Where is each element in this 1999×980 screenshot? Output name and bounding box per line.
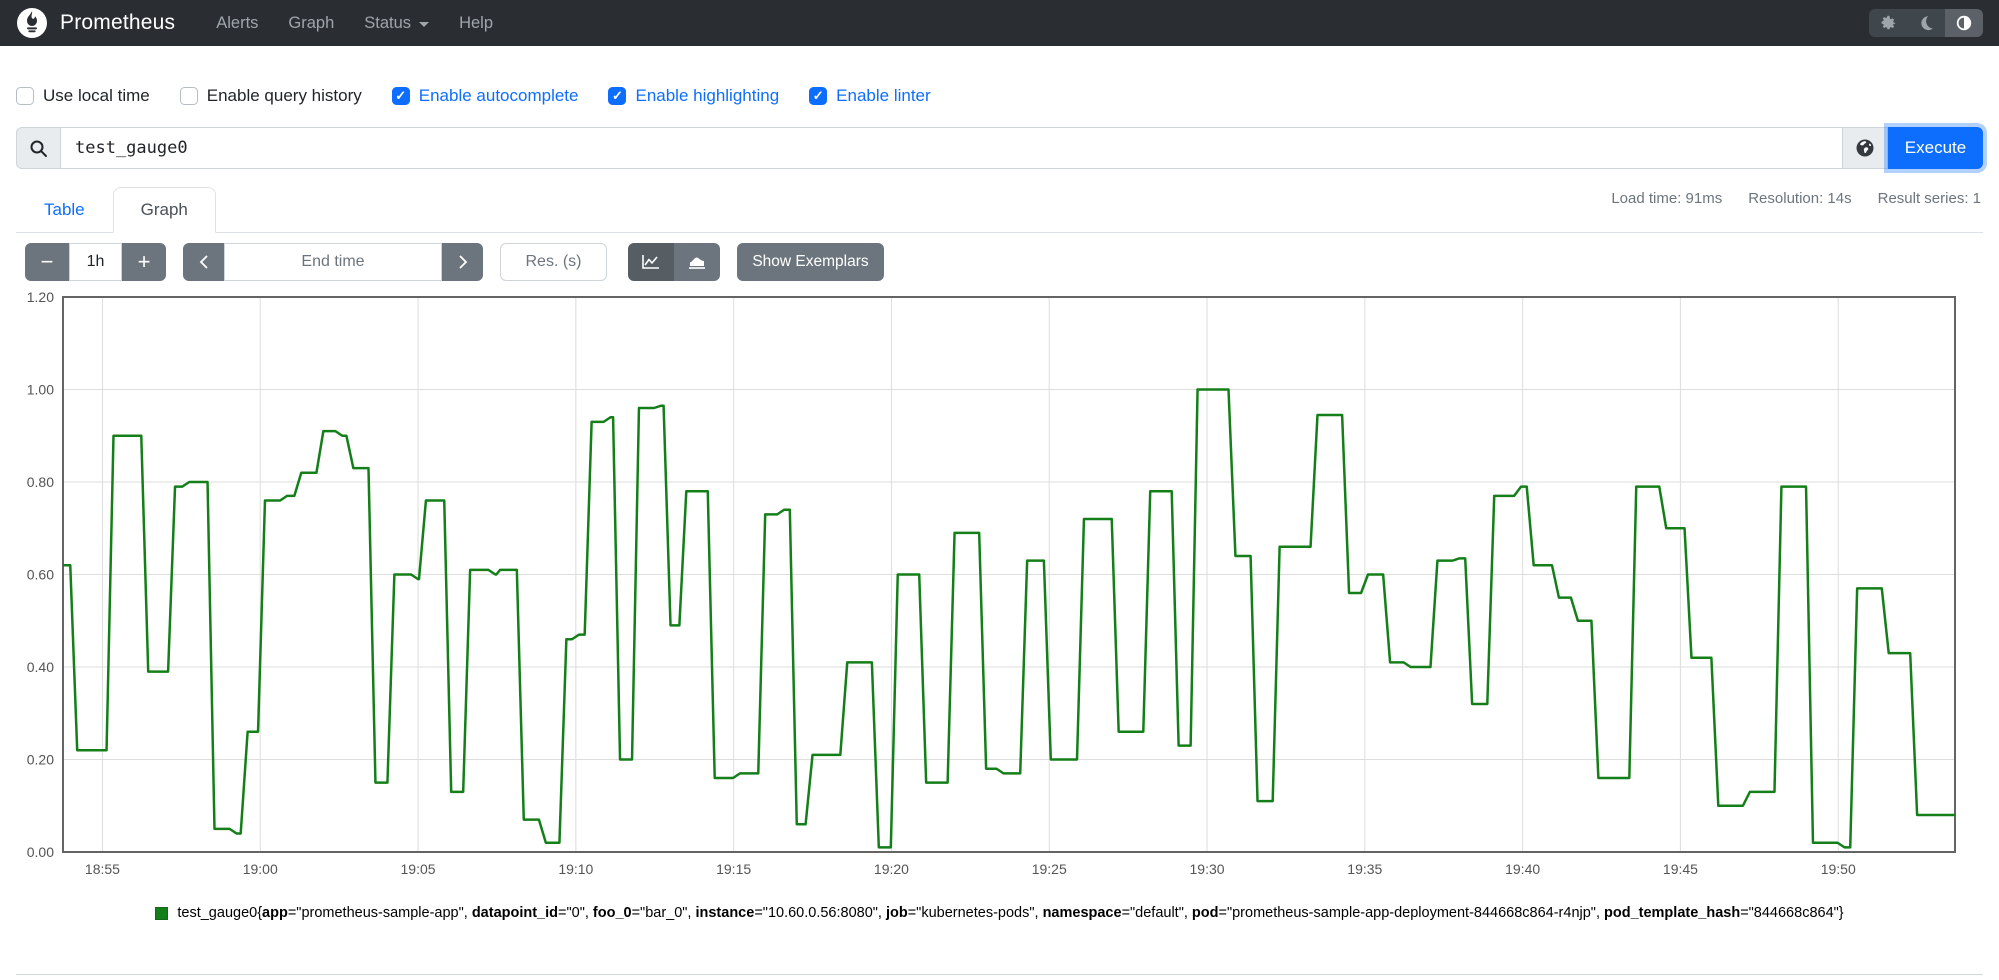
query-options-row: Use local time Enable query history Enab…	[16, 86, 931, 106]
resolution-input[interactable]	[500, 243, 607, 281]
x-tick-label: 19:50	[1821, 861, 1856, 877]
chart-mode-group	[628, 243, 720, 281]
x-tick-label: 19:00	[243, 861, 278, 877]
series-line	[63, 388, 1955, 849]
endtime-group	[183, 243, 483, 281]
settings-button[interactable]	[1869, 9, 1907, 37]
moon-icon	[1921, 16, 1933, 31]
nav-item-graph[interactable]: Graph	[273, 14, 349, 33]
y-tick-label: 0.20	[27, 752, 54, 768]
checkbox-box	[809, 87, 828, 105]
checkbox-highlighting[interactable]: Enable highlighting	[608, 86, 779, 106]
range-decrease-button[interactable]: −	[25, 243, 69, 281]
result-series-stat: Result series: 1	[1877, 190, 1981, 207]
range-increase-button[interactable]: +	[122, 243, 166, 281]
checkbox-box	[16, 87, 34, 105]
prometheus-brand[interactable]: Prometheus	[16, 7, 175, 39]
dark-theme-button[interactable]	[1907, 9, 1945, 37]
x-tick-label: 19:10	[558, 861, 593, 877]
y-tick-label: 0.40	[27, 659, 54, 675]
nav-item-help[interactable]: Help	[444, 14, 508, 33]
x-tick-label: 19:15	[716, 861, 751, 877]
top-navbar: Prometheus Alerts Graph Status Help	[0, 0, 1999, 46]
checkbox-box	[608, 87, 627, 105]
resolution-stat: Resolution: 14s	[1748, 190, 1852, 207]
x-tick-label: 19:30	[1190, 861, 1225, 877]
chevron-left-icon	[199, 255, 207, 269]
search-addon	[16, 127, 61, 169]
prometheus-app: { "navbar": { "brand": "Prometheus", "it…	[0, 0, 1999, 980]
query-expression-input[interactable]	[61, 127, 1843, 169]
graph-legend: test_gauge0{app="prometheus-sample-app",…	[0, 905, 1999, 921]
x-tick-label: 19:25	[1032, 861, 1067, 877]
checkbox-box	[391, 87, 410, 105]
chevron-right-icon	[459, 255, 467, 269]
end-time-input[interactable]	[224, 243, 442, 281]
checkbox-box	[179, 87, 198, 105]
checkbox-autocomplete[interactable]: Enable autocomplete	[391, 86, 578, 106]
line-chart-icon	[642, 255, 659, 269]
query-stats: Load time: 91ms Resolution: 14s Result s…	[1611, 190, 1981, 207]
theme-toggle-group	[1869, 9, 1983, 37]
x-tick-label: 18:55	[85, 861, 120, 877]
show-exemplars-button[interactable]: Show Exemplars	[737, 243, 884, 281]
execute-button[interactable]: Execute	[1888, 127, 1983, 169]
y-tick-label: 0.00	[27, 844, 54, 860]
series-color-swatch	[155, 906, 169, 920]
contrast-icon	[1956, 15, 1972, 31]
load-time-stat: Load time: 91ms	[1611, 190, 1723, 207]
checkbox-use-local-time[interactable]: Use local time	[16, 86, 150, 106]
time-forward-button[interactable]	[442, 243, 483, 281]
gear-icon	[1881, 15, 1896, 30]
x-tick-label: 19:45	[1663, 861, 1698, 877]
y-tick-label: 0.60	[27, 567, 54, 583]
line-chart-mode-button[interactable]	[628, 243, 674, 281]
nav-links: Alerts Graph Status Help	[201, 0, 508, 46]
time-back-button[interactable]	[183, 243, 224, 281]
x-tick-label: 19:20	[874, 861, 909, 877]
y-tick-label: 1.20	[27, 289, 54, 305]
stacked-area-icon	[689, 257, 705, 269]
metrics-explorer-addon[interactable]	[1843, 127, 1888, 169]
nav-item-status[interactable]: Status	[349, 14, 444, 33]
x-tick-label: 19:05	[401, 861, 436, 877]
x-tick-label: 19:35	[1347, 861, 1382, 877]
y-tick-label: 1.00	[27, 382, 54, 398]
graph-controls: − + Show Exem	[25, 243, 884, 281]
plot-border	[62, 296, 1956, 853]
stacked-chart-mode-button[interactable]	[674, 243, 720, 281]
globe-icon	[1856, 139, 1874, 157]
prometheus-logo-icon	[17, 8, 47, 38]
range-input[interactable]	[69, 243, 122, 281]
y-tick-label: 0.80	[27, 474, 54, 490]
tab-table[interactable]: Table	[16, 187, 113, 233]
series-label[interactable]: test_gauge0{app="prometheus-sample-app",…	[177, 905, 1843, 921]
query-bar: Execute	[16, 127, 1983, 169]
auto-theme-button[interactable]	[1945, 9, 1983, 37]
tab-graph[interactable]: Graph	[112, 187, 216, 233]
nav-item-alerts[interactable]: Alerts	[201, 14, 273, 33]
checkbox-query-history[interactable]: Enable query history	[179, 86, 362, 106]
app-title: Prometheus	[60, 11, 176, 34]
range-group: − +	[25, 243, 166, 281]
search-icon	[30, 140, 47, 157]
checkbox-linter[interactable]: Enable linter	[809, 86, 931, 106]
x-tick-label: 19:40	[1505, 861, 1540, 877]
panel-divider	[16, 974, 1983, 975]
caret-down-icon	[419, 21, 430, 27]
